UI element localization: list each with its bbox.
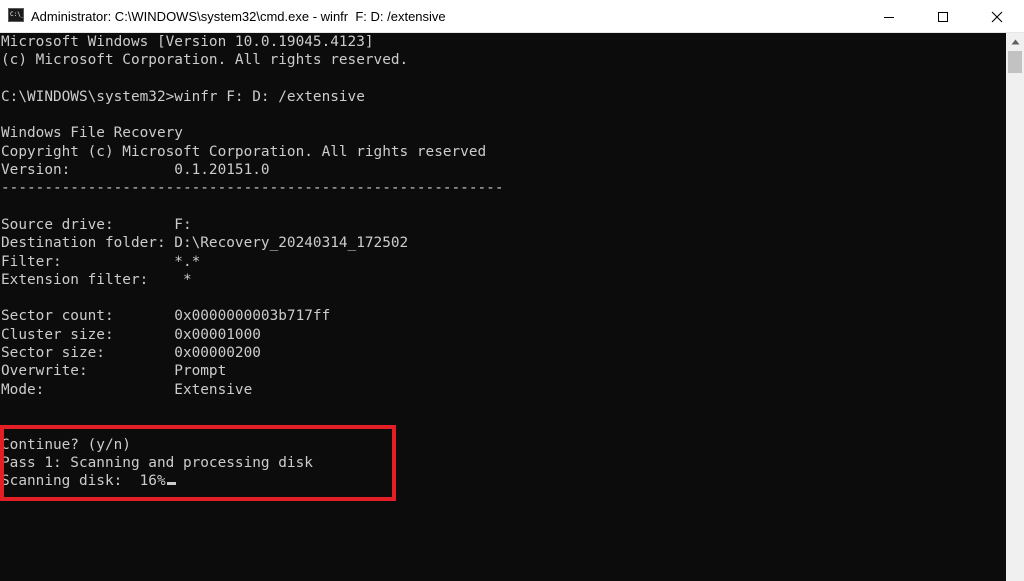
console-line: Windows File Recovery <box>1 125 183 142</box>
cmd-icon[interactable]: C:\_ <box>8 8 24 22</box>
console-line: (c) Microsoft Corporation. All rights re… <box>1 52 409 69</box>
vertical-scrollbar[interactable] <box>1006 33 1024 581</box>
console-line: Microsoft Windows [Version 10.0.19045.41… <box>1 34 374 50</box>
window-title: Administrator: C:\WINDOWS\system32\cmd.e… <box>31 9 446 24</box>
close-button[interactable] <box>970 0 1024 33</box>
highlight-annotation-box <box>0 425 396 501</box>
maximize-button[interactable] <box>916 0 970 33</box>
scroll-up-button[interactable] <box>1006 33 1024 50</box>
console-output[interactable]: Microsoft Windows [Version 10.0.19045.41… <box>0 33 1006 581</box>
console-line: C:\WINDOWS\system32>winfr F: D: /extensi… <box>1 88 365 105</box>
close-icon <box>991 11 1003 22</box>
console-line: Cluster size: 0x00001000 <box>1 326 261 343</box>
cmd-window: C:\_ Administrator: C:\WINDOWS\system32\… <box>0 0 1024 581</box>
chevron-up-icon <box>1011 39 1019 44</box>
console-line: Sector size: 0x00000200 <box>1 345 261 362</box>
title-bar[interactable]: C:\_ Administrator: C:\WINDOWS\system32\… <box>0 0 1024 33</box>
console-lines: Microsoft Windows [Version 10.0.19045.41… <box>1 33 504 490</box>
minimize-button[interactable] <box>862 0 916 33</box>
console-line: Source drive: F: <box>1 216 192 233</box>
console-line: Destination folder: D:\Recovery_20240314… <box>1 235 409 252</box>
console-line: Version: 0.1.20151.0 <box>1 162 270 179</box>
console-line: Overwrite: Prompt <box>1 363 227 380</box>
console-line: Copyright (c) Microsoft Corporation. All… <box>1 143 487 160</box>
maximize-icon <box>938 11 948 22</box>
console-line: Sector count: 0x0000000003b717ff <box>1 308 331 325</box>
console-line: Mode: Extensive <box>1 381 253 398</box>
console-line: Filter: *.* <box>1 253 201 270</box>
console-line: ----------------------------------------… <box>1 180 504 197</box>
scroll-thumb[interactable] <box>1008 51 1022 73</box>
minimize-icon <box>884 16 894 18</box>
console-line: Extension filter: * <box>1 271 192 288</box>
